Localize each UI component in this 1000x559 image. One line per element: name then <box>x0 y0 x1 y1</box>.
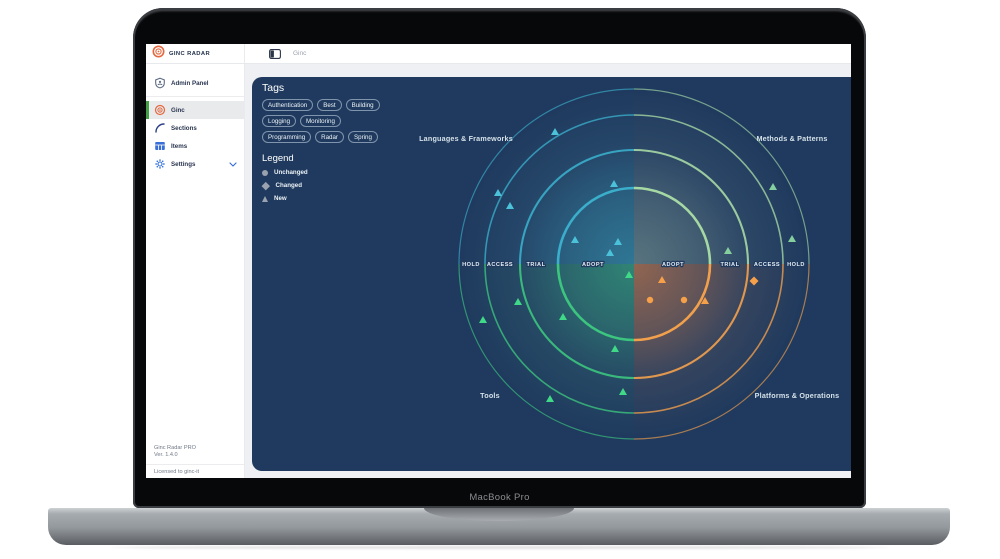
tag-chip-logging[interactable]: Logging <box>262 115 296 127</box>
sidebar-nav: Admin Panel Ginc Sections Items Settings <box>146 64 244 173</box>
radar-blip-circle[interactable] <box>647 297 653 303</box>
tag-chip-list: Authentication Best Building Logging Monitor… <box>262 99 386 143</box>
legend-list: Unchanged Changed New <box>262 169 388 202</box>
sidebar-item-label: Admin Panel <box>171 80 208 87</box>
tag-chip-building[interactable]: Building <box>346 99 380 111</box>
sidebar-footer: Ginc Radar PRO Ver. 1.4.0 Licensed to gi… <box>146 445 244 476</box>
radar-blip-circle[interactable] <box>681 297 687 303</box>
quadrant-fill-top-left <box>459 89 634 264</box>
tag-chip-best[interactable]: Best <box>317 99 341 111</box>
sidebar-item-label: Ginc <box>171 107 185 114</box>
sidebar-item-settings[interactable]: Settings <box>146 155 244 173</box>
page-title: Ginc <box>293 50 306 57</box>
sidebar-item-ginc[interactable]: Ginc <box>146 101 244 119</box>
tag-chip-spring[interactable]: Spring <box>348 131 378 143</box>
ring-label-hold: HOLD <box>462 262 480 268</box>
quadrant-label-top-left: Languages & Frameworks <box>419 134 513 143</box>
topbar: GINC RADAR Ginc <box>146 44 851 64</box>
tag-chip-radar[interactable]: Radar <box>315 131 344 143</box>
ring-label-hold: HOLD <box>787 262 805 268</box>
radar-panel: HOLD ACCESS TRIAL ADOPT ADOPT TRIAL ACCESS HOLD… <box>252 77 851 471</box>
legend-diamond-icon <box>262 182 270 190</box>
radar-target-icon <box>152 45 165 63</box>
content-area: HOLD ACCESS TRIAL ADOPT ADOPT TRIAL ACCESS HOLD… <box>245 64 851 478</box>
sidebar: Admin Panel Ginc Sections Items Settings Gin… <box>146 64 245 478</box>
tag-chip-programming[interactable]: Programming <box>262 131 311 143</box>
ring-label-trial: TRIAL <box>721 262 740 268</box>
macbook-notch <box>424 508 574 521</box>
quadrant-fill-top-right <box>634 89 809 264</box>
ring-label-trial: TRIAL <box>527 262 546 268</box>
sidebar-toggle-icon[interactable] <box>269 49 281 59</box>
legend-item-label: Changed <box>276 182 302 189</box>
table-icon <box>154 140 166 152</box>
chevron-down-icon[interactable] <box>229 162 237 167</box>
brand-name: GINC RADAR <box>169 51 210 57</box>
macbook-base <box>48 508 950 545</box>
tags-heading: Tags <box>262 82 388 94</box>
radar-dot-icon <box>154 104 166 116</box>
sidebar-item-items[interactable]: Items <box>146 137 244 155</box>
app-window: GINC RADAR Ginc Admin Panel Ginc Sections I… <box>146 44 851 478</box>
gear-icon <box>154 158 166 170</box>
legend-item-unchanged: Unchanged <box>262 169 388 176</box>
sidebar-divider <box>146 96 244 97</box>
legend-heading: Legend <box>262 153 388 164</box>
legend-item-label: Unchanged <box>274 169 308 176</box>
footer-divider <box>146 464 244 465</box>
ring-label-adopt: ADOPT <box>662 262 684 268</box>
sidebar-item-sections[interactable]: Sections <box>146 119 244 137</box>
quadrant-label-top-right: Methods & Patterns <box>756 134 827 143</box>
footer-product: Ginc Radar PRO <box>154 445 244 452</box>
footer-version: Ver. 1.4.0 <box>154 452 244 459</box>
ring-label-adopt: ADOPT <box>582 262 604 268</box>
radar-side-overlay: Tags Authentication Best Building Logging Mo… <box>262 82 388 208</box>
macbook-bezel: GINC RADAR Ginc Admin Panel Ginc Sections I… <box>133 8 866 508</box>
footer-license: Licensed to ginc-it <box>154 469 244 476</box>
legend-item-new: New <box>262 195 388 202</box>
legend-item-label: New <box>274 195 287 202</box>
macbook-mockup: GINC RADAR Ginc Admin Panel Ginc Sections I… <box>0 0 1000 559</box>
quadrant-fill-bottom-right <box>634 264 809 439</box>
legend-item-changed: Changed <box>262 182 388 189</box>
sidebar-item-label: Items <box>171 143 187 150</box>
arc-icon <box>154 122 166 134</box>
brand: GINC RADAR <box>146 44 245 63</box>
sidebar-item-admin-panel[interactable]: Admin Panel <box>146 74 244 92</box>
macbook-label: MacBook Pro <box>133 492 866 503</box>
ring-label-access: ACCESS <box>754 262 780 268</box>
sidebar-item-label: Settings <box>171 161 195 168</box>
tag-chip-monitoring[interactable]: Monitoring <box>300 115 341 127</box>
legend-triangle-icon <box>262 196 268 202</box>
tag-chip-authentication[interactable]: Authentication <box>262 99 313 111</box>
macbook-shadow <box>110 546 890 549</box>
legend-circle-icon <box>262 170 268 176</box>
quadrant-label-bottom-right: Platforms & Operations <box>755 391 840 400</box>
quadrant-fill-bottom-left <box>459 264 634 439</box>
quadrant-label-bottom-left: Tools <box>480 391 500 400</box>
ring-label-access: ACCESS <box>487 262 513 268</box>
admin-shield-icon <box>154 77 166 89</box>
sidebar-item-label: Sections <box>171 125 197 132</box>
